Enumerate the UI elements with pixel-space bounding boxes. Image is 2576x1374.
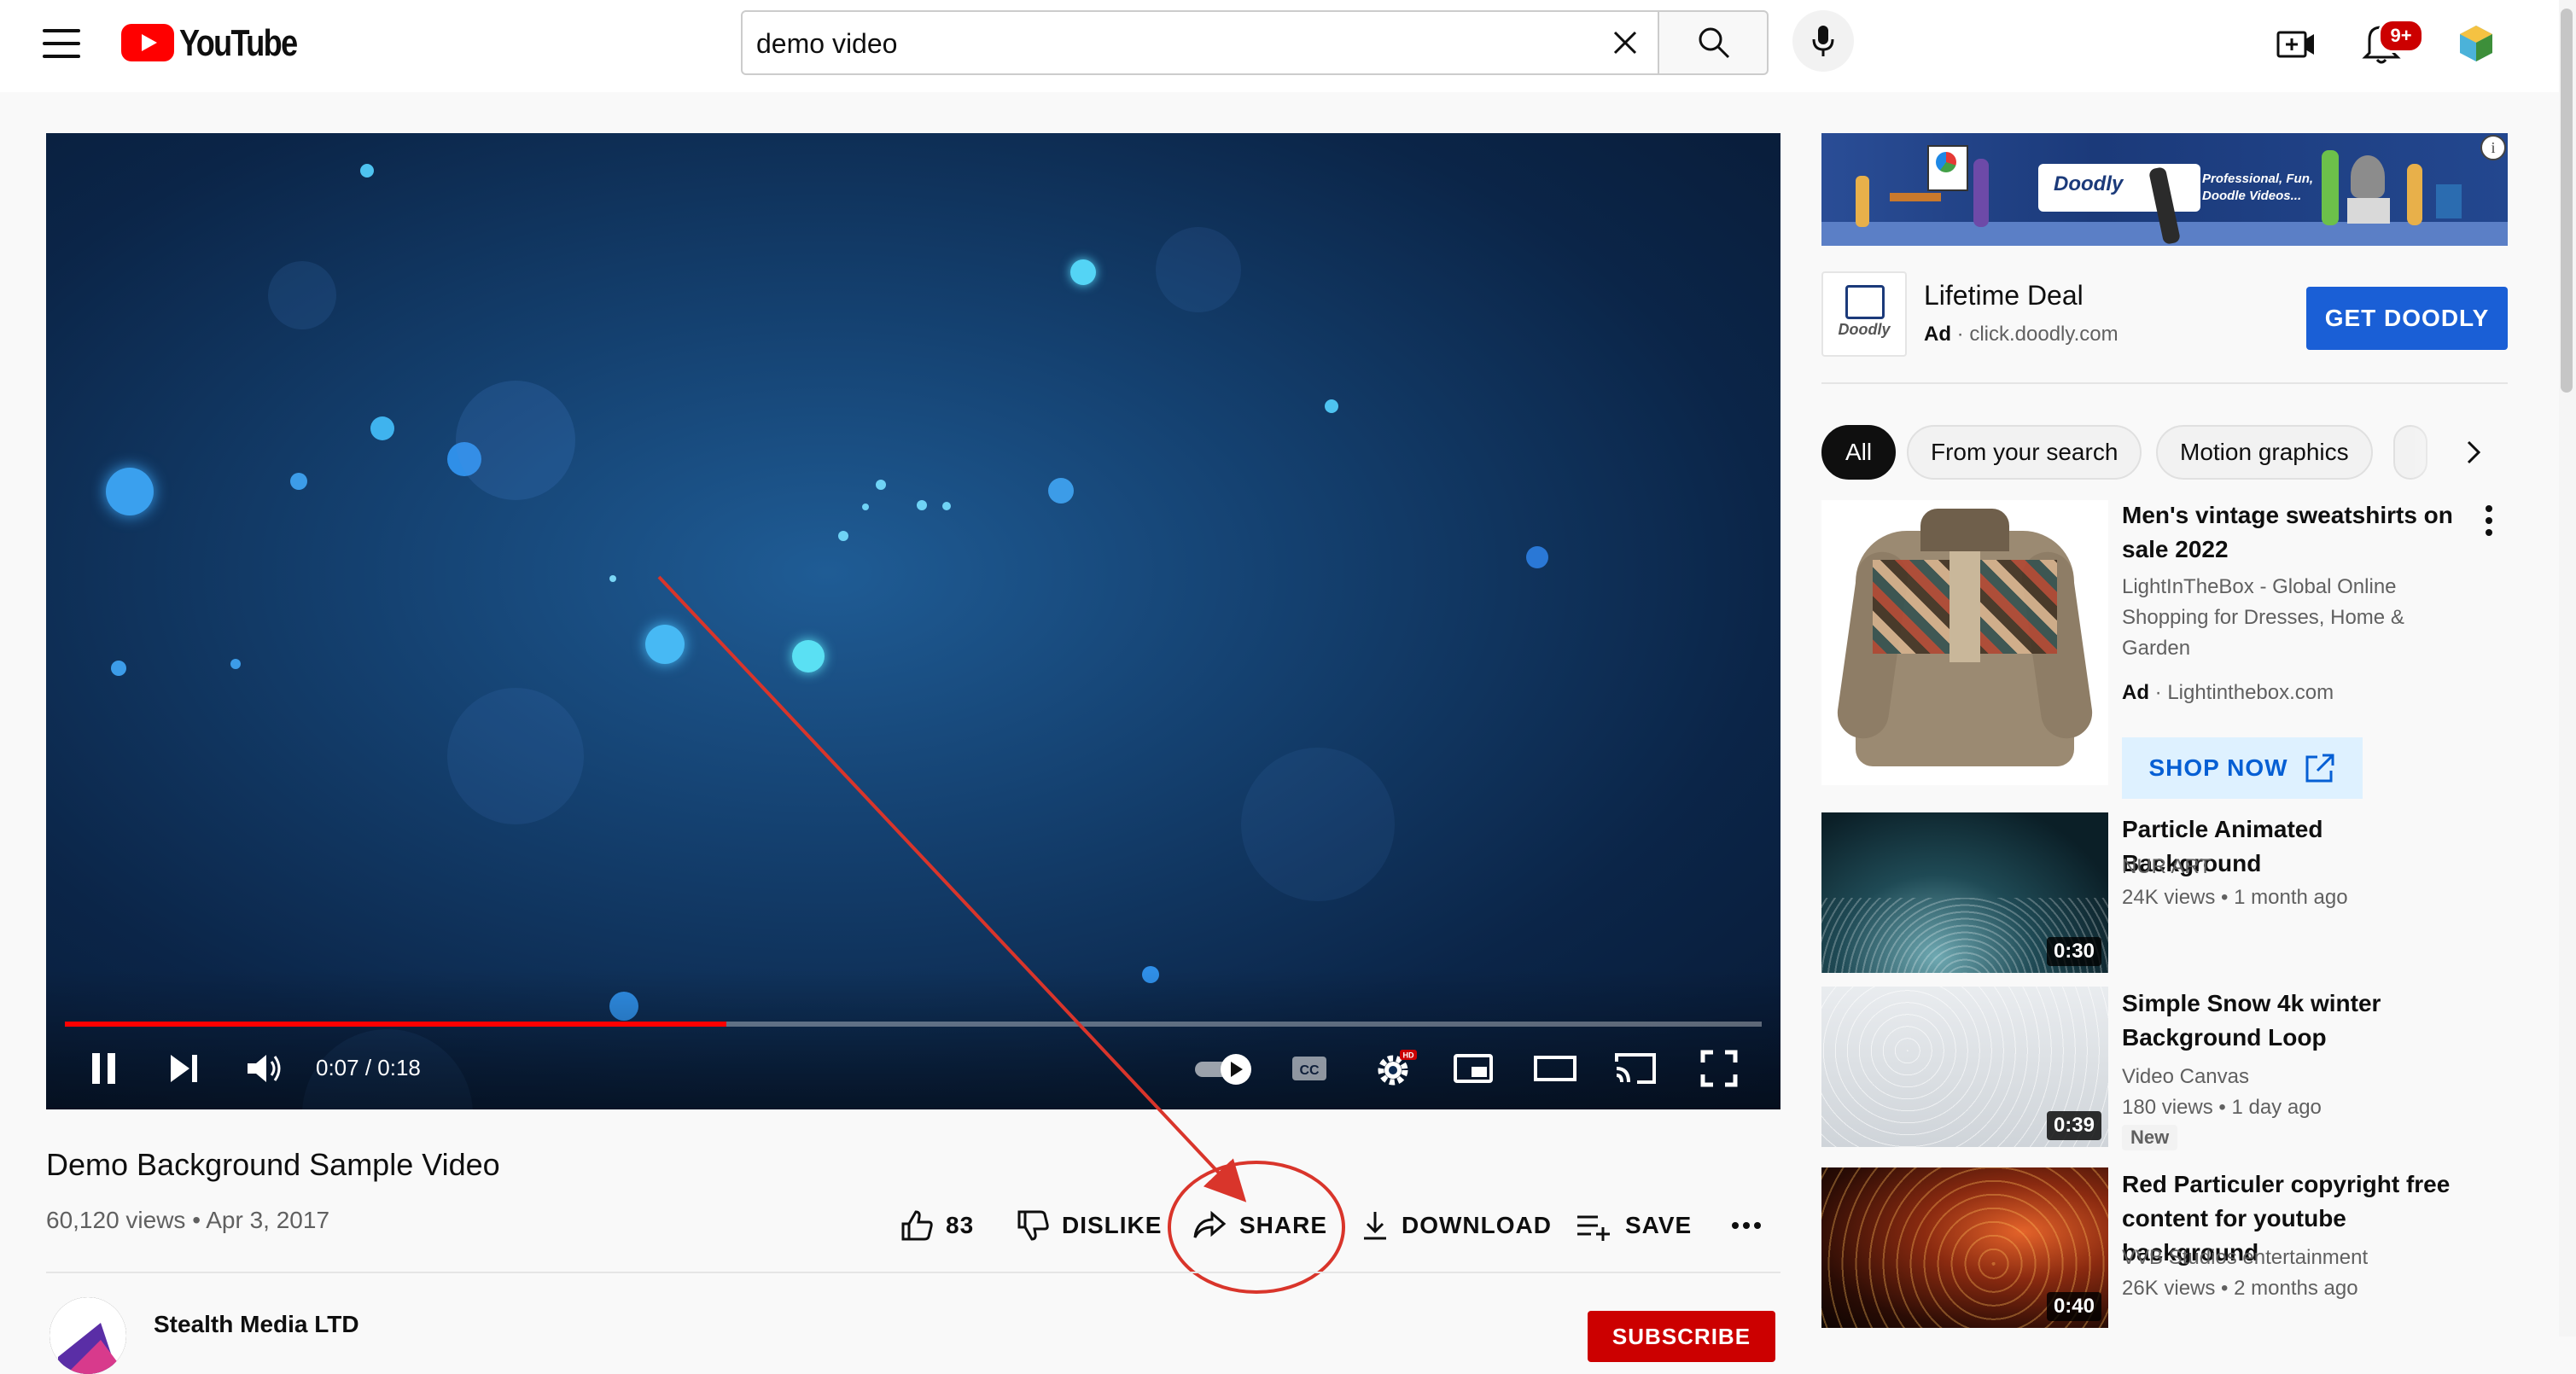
dislike-button[interactable]: DISLIKE (1016, 1208, 1162, 1243)
like-count: 83 (946, 1212, 975, 1238)
duration-badge: 0:30 (2046, 937, 2101, 966)
ad-logo[interactable]: Doodly (1821, 271, 1907, 357)
subscribe-button[interactable]: SUBSCRIBE (1588, 1311, 1775, 1362)
voice-search-button[interactable] (1792, 10, 1854, 72)
more-icon[interactable] (2480, 504, 2497, 538)
like-icon (901, 1210, 933, 1241)
rec-thumbnail-red-particles[interactable]: 0:40 (1821, 1167, 2108, 1328)
volume-icon[interactable] (246, 1051, 285, 1086)
rec-channel: Video Canvas (2122, 1065, 2249, 1088)
clear-icon[interactable] (1608, 26, 1642, 60)
youtube-logo-icon[interactable] (121, 24, 174, 61)
rec-ad-label: Ad (2122, 681, 2149, 704)
menu-icon[interactable] (43, 29, 80, 58)
rec-thumbnail-snow[interactable]: 0:39 (1821, 987, 2108, 1147)
duration-badge: 0:39 (2046, 1111, 2101, 1140)
save-icon (1577, 1215, 1610, 1241)
shop-now-label: SHOP NOW (2148, 754, 2288, 781)
hd-badge: HD (1403, 1051, 1414, 1060)
search-button[interactable] (1659, 10, 1769, 75)
save-label: SAVE (1625, 1212, 1693, 1238)
ad-label: Ad (1924, 323, 1951, 346)
rec-thumbnail-sweatshirt[interactable] (1821, 500, 2108, 785)
rec-stats: 26K views • 2 months ago (2122, 1277, 2358, 1300)
rec-ad-meta: Ad · Lightinthebox.com (2122, 681, 2334, 704)
search-input[interactable] (755, 24, 1526, 63)
share-icon (1193, 1210, 1227, 1238)
progress-bar-played (65, 1022, 726, 1027)
autoplay-toggle[interactable] (1193, 1051, 1258, 1086)
video-player[interactable] (46, 133, 1780, 1109)
theater-icon[interactable] (1533, 1055, 1577, 1082)
duration-badge: 0:40 (2046, 1292, 2101, 1321)
ad-banner-tagline: Professional, Fun, Doodle Videos... (2202, 172, 2314, 203)
external-link-icon (2305, 754, 2334, 783)
channel-name[interactable]: Stealth Media LTD (154, 1311, 359, 1338)
chip-all[interactable]: All (1821, 425, 1897, 480)
divider (46, 1272, 1780, 1273)
rec-stats: 180 views • 1 day ago (2122, 1096, 2322, 1119)
like-button[interactable]: 83 (900, 1208, 974, 1243)
dislike-label: DISLIKE (1062, 1212, 1163, 1238)
dislike-icon (1017, 1210, 1049, 1241)
rec-channel: NUR ART (2122, 855, 2212, 878)
sidebar-divider (1821, 382, 2508, 384)
shop-now-button[interactable]: SHOP NOW (2122, 737, 2363, 799)
avatar[interactable] (2455, 22, 2497, 65)
rec-ad-domain: Lightinthebox.com (2167, 681, 2334, 704)
ad-meta: Ad · click.doodly.com (1924, 323, 2118, 346)
top-bar: YouTube 9+ (0, 0, 2576, 92)
scrollbar-thumb[interactable] (2561, 9, 2573, 393)
new-badge: New (2122, 1125, 2178, 1150)
youtube-logo-text[interactable]: YouTube (179, 22, 298, 65)
mic-icon (1812, 26, 1834, 56)
download-label: DOWNLOAD (1402, 1212, 1552, 1238)
cast-icon[interactable] (1613, 1051, 1658, 1086)
ad-banner-brand: Doodly (2054, 172, 2124, 195)
create-icon[interactable] (2276, 26, 2317, 63)
share-button[interactable]: SHARE (1192, 1208, 1327, 1243)
rec-channel: LightInTheBox - Global Online Shopping f… (2122, 575, 2404, 660)
ad-domain: click.doodly.com (1969, 323, 2118, 346)
rec-channel: VVB Studios entertainment (2122, 1246, 2369, 1269)
download-button[interactable]: DOWNLOAD (1361, 1208, 1552, 1243)
download-icon (1364, 1212, 1386, 1240)
rec-title[interactable]: Men's vintage sweatshirts on sale 2022 (2122, 498, 2463, 567)
save-button[interactable]: SAVE (1576, 1208, 1692, 1243)
next-icon[interactable] (167, 1051, 201, 1086)
miniplayer-icon[interactable] (1453, 1053, 1494, 1084)
chip-from-your-search[interactable]: From your search (1907, 425, 2142, 480)
rec-title[interactable]: Simple Snow 4k winter Background Loop (2122, 987, 2463, 1055)
pause-icon[interactable] (89, 1051, 119, 1086)
rec-thumbnail-particle[interactable]: 0:30 (1821, 812, 2108, 973)
captions-icon[interactable]: CC (1291, 1053, 1328, 1084)
share-label: SHARE (1239, 1212, 1328, 1238)
fullscreen-icon[interactable] (1700, 1050, 1738, 1087)
video-title: Demo Background Sample Video (46, 1147, 500, 1182)
ad-info-icon[interactable]: i (2480, 135, 2506, 160)
time-display: 0:07 / 0:18 (316, 1055, 421, 1080)
video-meta: 60,120 views • Apr 3, 2017 (46, 1207, 330, 1233)
svg-text:CC: CC (1299, 1063, 1320, 1078)
get-doodly-button[interactable]: GET DOODLY (2306, 287, 2508, 350)
search-icon (1699, 27, 1730, 59)
more-icon[interactable] (1731, 1220, 1762, 1231)
channel-avatar[interactable] (50, 1297, 126, 1374)
search-box[interactable] (741, 10, 1659, 75)
notification-badge: 9+ (2378, 19, 2424, 53)
chevron-right-icon[interactable] (2448, 427, 2499, 478)
ad-banner[interactable]: Doodly Professional, Fun, Doodle Videos.… (1821, 133, 2508, 246)
ad-logo-text: Doodly (1838, 321, 1891, 338)
settings-icon[interactable]: HD (1374, 1048, 1417, 1089)
rec-stats: 24K views • 1 month ago (2122, 886, 2348, 909)
chip-motion-graphics[interactable]: Motion graphics (2156, 425, 2373, 480)
ad-title[interactable]: Lifetime Deal (1924, 280, 2084, 311)
